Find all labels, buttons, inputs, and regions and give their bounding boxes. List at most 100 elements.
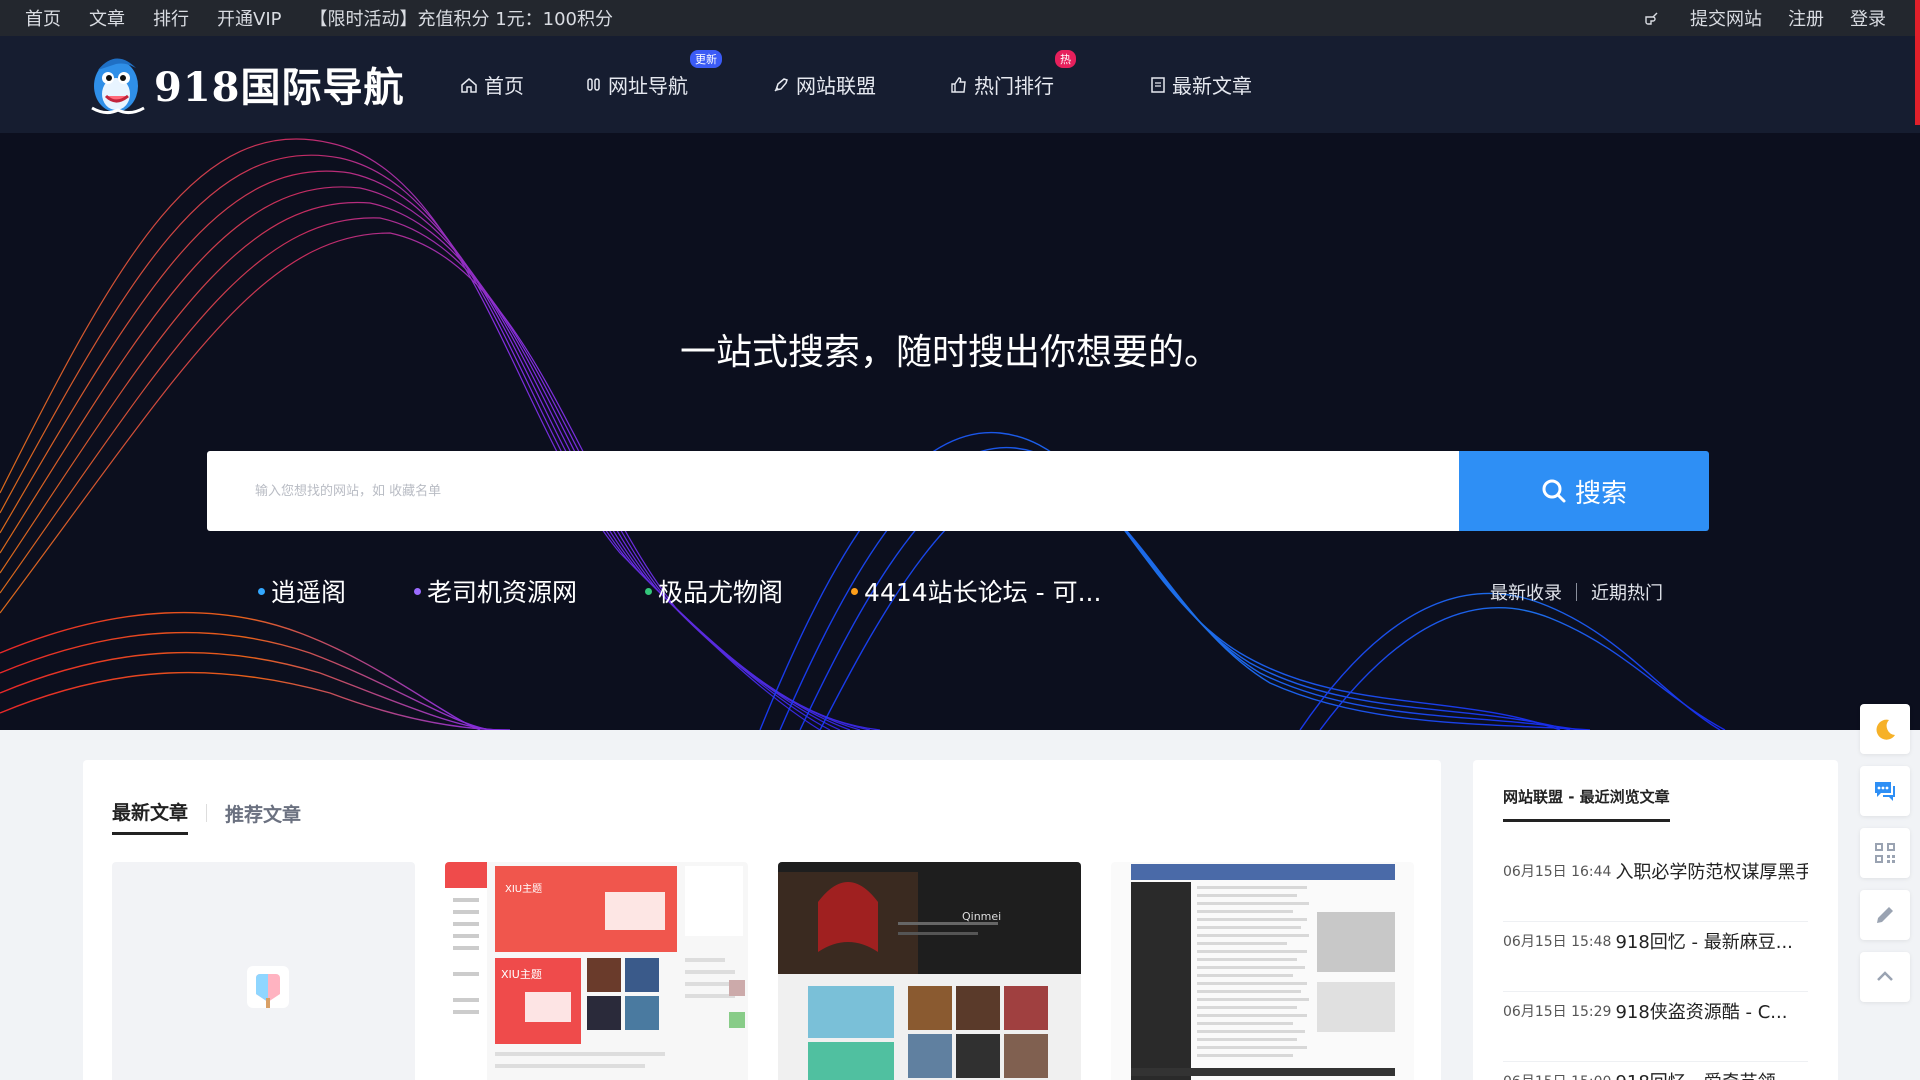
hot-link-dot <box>851 587 859 595</box>
pencil-icon <box>1877 907 1893 923</box>
hot-badge: 热 <box>1055 50 1076 68</box>
recent-articles-list: 06月15日 16:44 入职必学防范权谋厚黑手段 06月15日 15:48 9… <box>1503 852 1808 1080</box>
tab-recommended-articles[interactable]: 推荐文章 <box>225 800 301 834</box>
article-title: 918回忆 - 爱奇艺领... <box>1615 1068 1792 1080</box>
hot-link-dot <box>414 587 422 595</box>
list-item[interactable]: 06月15日 16:44 入职必学防范权谋厚黑手段 <box>1503 852 1808 922</box>
nav-hot-ranking-label: 热门排行 <box>974 74 1054 98</box>
search-input[interactable] <box>207 451 1459 531</box>
qr-code-icon <box>1875 843 1895 863</box>
tab-divider <box>1576 583 1577 601</box>
register-link[interactable]: 注册 <box>1788 5 1824 31</box>
moon-icon <box>1876 719 1895 740</box>
articles-card: 最新文章 推荐文章 XIU主题 XIU主题 Qinmei <box>83 760 1441 1080</box>
chevron-up-icon <box>1877 971 1893 981</box>
xiu-banner-text: XIU主题 <box>501 968 542 981</box>
hot-link-label: 老司机资源网 <box>427 578 578 607</box>
hot-link-label: 极品尤物阁 <box>658 578 784 607</box>
article-title: 918侠盗资源酷 - C... <box>1615 1002 1788 1023</box>
rocket-icon <box>774 77 788 92</box>
hot-links: 逍遥阁 老司机资源网 极品尤物阁 4414站长论坛 - 可... <box>258 573 1169 609</box>
top-link-promo[interactable]: 【限时活动】充值积分 1元：100积分 <box>309 5 613 31</box>
top-link-vip[interactable]: 开通VIP <box>217 5 281 31</box>
article-thumbnail[interactable] <box>1111 862 1414 1080</box>
nav-latest-articles[interactable]: 最新文章 <box>1150 70 1252 99</box>
top-link-home[interactable]: 首页 <box>25 5 61 31</box>
back-to-top-button[interactable] <box>1860 952 1910 1002</box>
article-time: 06月15日 15:48 <box>1503 934 1612 950</box>
hero-slogan: 一站式搜索，随时搜出你想要的。 <box>679 332 1220 373</box>
article-title: 918回忆 - 最新麻豆... <box>1615 932 1793 953</box>
nav-latest-articles-label: 最新文章 <box>1172 74 1252 98</box>
search-box <box>207 451 1459 531</box>
nav-site-directory[interactable]: 网址导航 更新 <box>586 50 722 99</box>
site-logo[interactable]: 918国际导航 <box>86 50 405 118</box>
list-item[interactable]: 06月15日 15:29 918侠盗资源酷 - C... <box>1503 992 1808 1062</box>
qinmei-title-text: Qinmei <box>962 910 1001 923</box>
feedback-button[interactable] <box>1860 766 1910 816</box>
qr-code-button[interactable] <box>1860 828 1910 878</box>
pointer-hand-icon <box>1645 12 1658 25</box>
recent-articles-card: 网站联盟 - 最近浏览文章 06月15日 16:44 入职必学防范权谋厚黑手段 … <box>1473 760 1838 1080</box>
link-icon <box>587 77 600 91</box>
list-item[interactable]: 06月15日 15:00 918回忆 - 爱奇艺领... <box>1503 1062 1808 1080</box>
website-preview-image <box>1111 862 1414 1080</box>
main-header: 918国际导航 首页 网址导航 更新 网站联盟 热门排行 热 最新文章 <box>0 36 1920 133</box>
search-button-label: 搜索 <box>1574 478 1627 509</box>
hot-link[interactable]: 极品尤物阁 <box>645 573 783 609</box>
nav-site-alliance-label: 网站联盟 <box>796 74 876 98</box>
login-link[interactable]: 登录 <box>1850 5 1886 31</box>
tab-new-entries[interactable]: 最新收录 <box>1490 579 1562 605</box>
article-time: 06月15日 15:00 <box>1503 1071 1611 1080</box>
website-preview-image: XIU主题 XIU主题 <box>445 862 748 1080</box>
top-links: 首页 文章 排行 开通VIP 【限时活动】充值积分 1元：100积分 <box>25 0 641 36</box>
search-icon <box>1542 479 1566 503</box>
top-link-articles[interactable]: 文章 <box>89 5 125 31</box>
hot-link-label: 逍遥阁 <box>271 578 347 607</box>
thumbs-up-icon <box>951 76 966 93</box>
nav-site-directory-label: 网址导航 <box>608 74 688 98</box>
article-time: 06月15日 15:29 <box>1503 1004 1612 1020</box>
hot-link-dot <box>258 587 265 595</box>
xiu-banner-text: XIU主题 <box>505 883 542 895</box>
article-tabs: 最新文章 推荐文章 <box>112 798 301 835</box>
home-icon <box>461 77 477 93</box>
nav-hot-ranking[interactable]: 热门排行 热 <box>950 50 1076 99</box>
update-badge: 更新 <box>690 50 722 68</box>
nav-home[interactable]: 首页 <box>460 70 524 99</box>
top-link-ranking[interactable]: 排行 <box>153 5 189 31</box>
sidebar-title: 网站联盟 - 最近浏览文章 <box>1503 786 1670 822</box>
list-item[interactable]: 06月15日 15:48 918回忆 - 最新麻豆... <box>1503 922 1808 992</box>
article-time: 06月15日 16:44 <box>1503 864 1612 880</box>
hot-link[interactable]: 4414站长论坛 - 可... <box>851 573 1101 609</box>
article-thumbnail[interactable] <box>112 862 415 1080</box>
top-actions: 提交网站 注册 登录 <box>1618 0 1886 36</box>
chat-icon <box>1875 782 1895 801</box>
tab-latest-articles[interactable]: 最新文章 <box>112 798 189 835</box>
article-thumbnail[interactable]: XIU主题 XIU主题 <box>445 862 748 1080</box>
hot-link[interactable]: 逍遥阁 <box>258 573 346 609</box>
wave-background-graphic <box>0 138 1726 730</box>
article-thumbnail[interactable]: Qinmei <box>778 862 1081 1080</box>
nav-site-alliance[interactable]: 网站联盟 <box>772 70 876 99</box>
edit-button[interactable] <box>1860 890 1910 940</box>
floating-toolbar <box>1860 704 1910 1014</box>
dark-mode-button[interactable] <box>1860 704 1910 754</box>
hot-link-label: 4414站长论坛 - 可... <box>864 578 1102 607</box>
scrollbar[interactable] <box>1915 0 1920 125</box>
submit-site-link[interactable]: 提交网站 <box>1644 5 1762 31</box>
search-button[interactable]: 搜索 <box>1459 451 1709 531</box>
hero-banner: 一站式搜索，随时搜出你想要的。 搜索 逍遥阁 老司机资源网 极品尤物阁 4414… <box>0 133 1920 730</box>
dolphin-logo-icon <box>91 58 145 115</box>
loading-placeholder-icon <box>247 966 289 1008</box>
nav-home-label: 首页 <box>484 74 524 98</box>
website-preview-image: Qinmei <box>778 862 1081 1080</box>
hot-link[interactable]: 老司机资源网 <box>414 573 577 609</box>
top-bar: 首页 文章 排行 开通VIP 【限时活动】充值积分 1元：100积分 提交网站 … <box>0 0 1920 36</box>
tab-divider <box>206 803 208 822</box>
main-nav: 首页 网址导航 更新 网站联盟 热门排行 热 最新文章 <box>460 36 1252 133</box>
hero-tabs: 最新收录 近期热门 <box>1490 579 1663 605</box>
tab-recent-hot[interactable]: 近期热门 <box>1591 579 1663 605</box>
submit-site-label: 提交网站 <box>1690 9 1762 30</box>
article-icon <box>1151 76 1165 93</box>
